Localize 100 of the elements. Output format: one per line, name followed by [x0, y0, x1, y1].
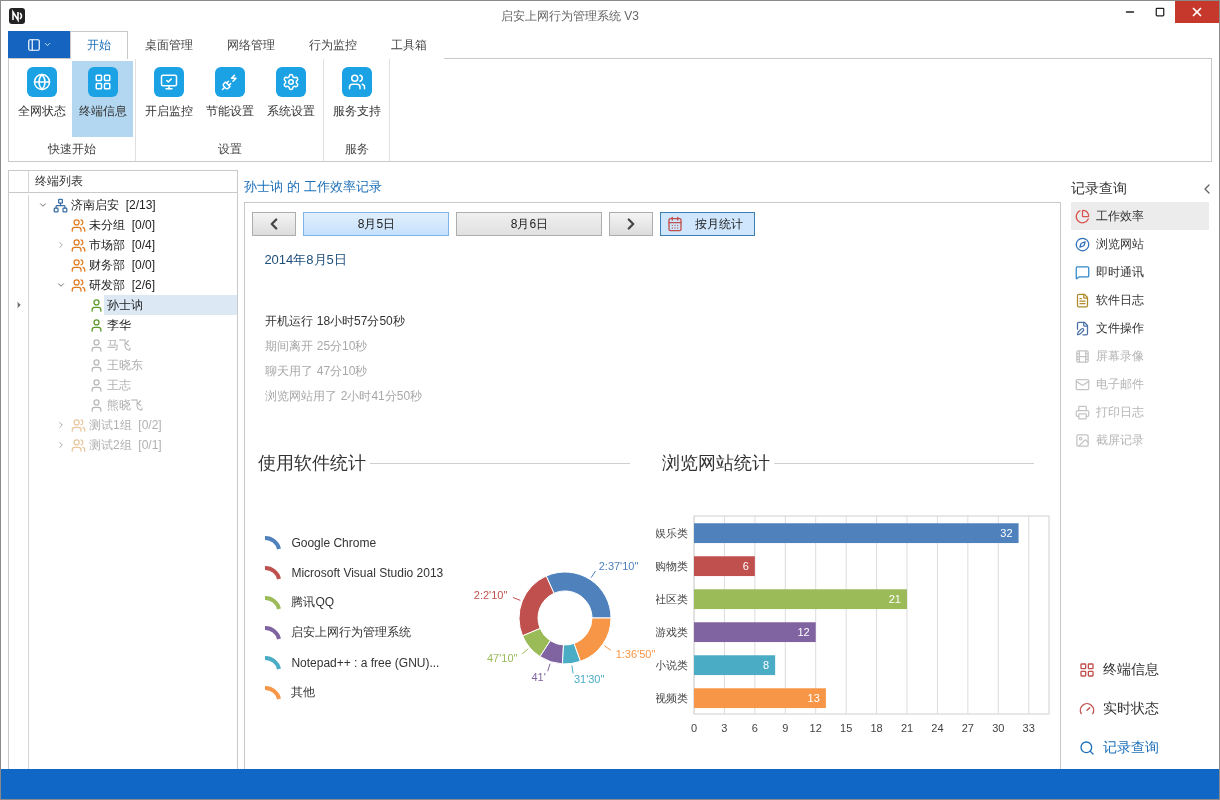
category-label: 游戏类	[656, 626, 689, 639]
stat-line: 开机运行 18小时57分50秒	[265, 313, 406, 330]
axis-tick-label: 24	[931, 722, 944, 734]
axis-tick-label: 9	[782, 722, 789, 734]
panel-icon	[26, 37, 41, 52]
axis-tick-label: 33	[1023, 722, 1036, 734]
bar-value: 21	[889, 593, 902, 606]
search-icon	[1079, 740, 1096, 756]
nav-button[interactable]: 记录查询	[1071, 735, 1215, 761]
tree-item[interactable]: 研发部 [2/6]	[86, 275, 238, 295]
collapse-icon[interactable]	[38, 200, 48, 210]
user-icon	[89, 357, 104, 373]
users-icon	[71, 237, 86, 253]
user-icon	[89, 337, 104, 353]
users-icon	[71, 257, 86, 273]
bar-value: 6	[743, 560, 750, 573]
user-icon	[89, 297, 104, 313]
axis-tick-label: 21	[901, 722, 914, 734]
users-icon	[71, 217, 86, 233]
bar-value: 13	[808, 692, 821, 705]
record-type-item[interactable]: 浏览网站	[1071, 230, 1210, 258]
close-icon	[1190, 5, 1204, 19]
group-label: 服务	[343, 141, 370, 158]
leader-line	[512, 596, 522, 601]
axis-tick-label: 0	[691, 722, 698, 734]
stat-line: 期间离开 25分10秒	[265, 338, 369, 355]
legend-label: 启安上网行为管理系统	[291, 624, 412, 641]
day-button[interactable]: 8月6日	[456, 212, 603, 236]
ribbon-button[interactable]: 全网状态	[11, 61, 72, 137]
app-logo-icon	[9, 8, 25, 24]
record-type-item[interactable]: 即时通讯	[1071, 258, 1210, 286]
user-icon	[89, 397, 104, 413]
bar-value: 32	[1000, 527, 1013, 540]
group-label: 设置	[216, 141, 243, 158]
user-icon	[89, 377, 104, 393]
record-type-item[interactable]: 软件日志	[1071, 286, 1210, 314]
section-title: 浏览网站统计	[662, 452, 771, 475]
section-title: 使用软件统计	[258, 452, 367, 475]
axis-tick-label: 12	[810, 722, 823, 734]
stat-line: 浏览网站用了 2小时41分50秒	[265, 388, 424, 405]
slice-label: 1:36'50"	[615, 647, 656, 660]
app-menu-button[interactable]	[8, 31, 70, 58]
record-type-item[interactable]: 文件操作	[1071, 314, 1210, 342]
image-icon	[1075, 432, 1091, 448]
legend-label: Microsoft Visual Studio 2013	[291, 565, 444, 580]
legend-label: 其他	[291, 684, 316, 701]
previous-day-button[interactable]	[252, 212, 297, 236]
plug-icon	[214, 67, 245, 97]
day-button[interactable]: 8月5日	[303, 212, 450, 236]
legend-label: Google Chrome	[291, 535, 377, 550]
chat-icon	[1075, 264, 1091, 280]
mail-icon	[1075, 376, 1091, 392]
ribbon-button[interactable]: 开启监控	[138, 61, 199, 137]
nav-button[interactable]: 终端信息	[1071, 657, 1215, 683]
tree-item[interactable]: 李华	[104, 315, 238, 335]
tree-item[interactable]: 孙士讷	[104, 295, 238, 315]
month-stats-button[interactable]: 按月统计	[660, 212, 756, 236]
group-label: 快速开始	[47, 141, 97, 158]
record-type-item[interactable]: 工作效率	[1071, 202, 1210, 230]
users-icon	[71, 277, 86, 293]
gauge-icon	[1079, 701, 1096, 717]
tree-item[interactable]: 济南启安 [2/13]	[68, 195, 238, 215]
slice-label: 47'10"	[487, 651, 518, 664]
user-icon	[89, 317, 104, 333]
ribbon-button[interactable]: 服务支持	[326, 61, 387, 137]
record-title: 孙士讷 的 工作效率记录	[244, 178, 383, 196]
tree-item[interactable]: 未分组 [0/0]	[86, 215, 238, 235]
stat-line: 聊天用了 47分10秒	[265, 363, 369, 380]
users-icon	[341, 67, 372, 97]
leader-line	[547, 663, 551, 672]
collapse-icon[interactable]	[56, 280, 66, 290]
axis-tick-label: 3	[721, 722, 728, 734]
leader-line	[590, 570, 597, 579]
date-heading: 2014年8月5日	[264, 251, 348, 269]
monitor-icon	[153, 67, 184, 97]
leader-line	[571, 665, 574, 674]
ribbon-button[interactable]: 系统设置	[260, 61, 321, 137]
tree-item[interactable]: 市场部 [0/4]	[86, 235, 238, 255]
tree-item[interactable]: 财务部 [0/0]	[86, 255, 238, 275]
gear-icon	[275, 67, 306, 97]
next-day-button[interactable]	[609, 212, 654, 236]
slice-label: 41'	[531, 670, 547, 683]
maximize-icon	[1155, 7, 1165, 17]
bar-value: 8	[763, 659, 770, 672]
panel-title: 记录查询	[1071, 180, 1128, 198]
nav-button[interactable]: 实时状态	[1071, 696, 1215, 722]
legend-label: Notepad++ : a free (GNU)...	[291, 655, 440, 670]
axis-tick-label: 15	[840, 722, 853, 734]
ribbon-tab[interactable]: 开始	[70, 31, 128, 59]
axis-tick-label: 27	[962, 722, 975, 734]
film-icon	[1075, 348, 1091, 364]
ribbon-button[interactable]: 终端信息	[72, 61, 133, 137]
leader-line	[521, 648, 529, 655]
slice-label: 2:37'10"	[599, 559, 639, 572]
compass-icon	[1075, 236, 1091, 252]
slice-label: 31'30"	[574, 673, 605, 686]
axis-tick-label: 30	[992, 722, 1005, 734]
slice-label: 2:2'10"	[474, 589, 508, 602]
calendar-icon	[667, 216, 684, 232]
ribbon-button[interactable]: 节能设置	[199, 61, 260, 137]
